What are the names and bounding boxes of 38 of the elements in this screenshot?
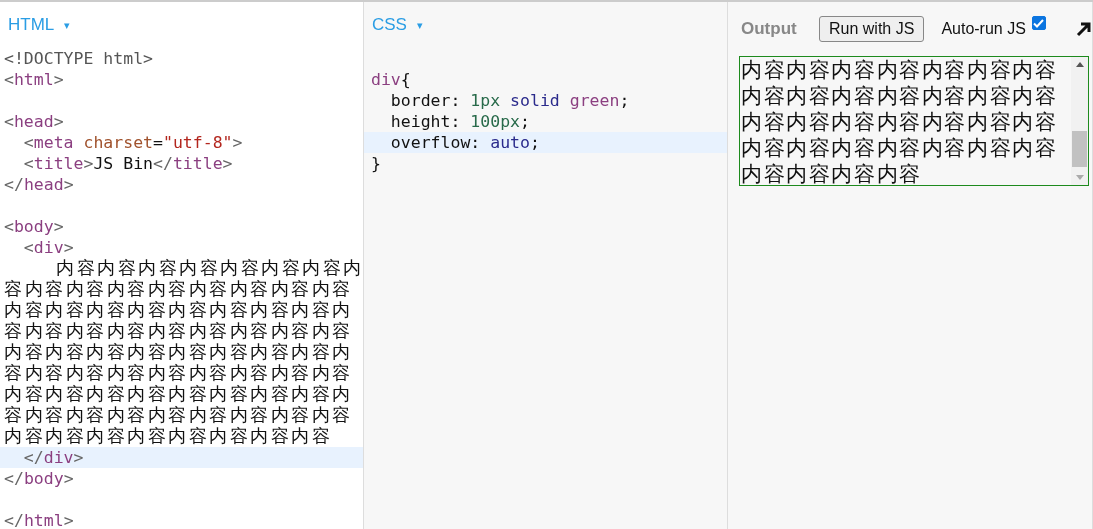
output-text-line: 内容内容内容内容 [741, 161, 923, 185]
code-line: <body> [3, 216, 65, 237]
auto-run-label: Auto-run JS [941, 20, 1026, 38]
code-line: 内容内容内容内容内容内容内容内容内 [3, 384, 354, 405]
code-line: 内容内容内容内容内容内容内容内容内 [3, 300, 354, 321]
caret-icon[interactable]: ▾ [416, 18, 423, 32]
code-line: </html> [3, 510, 75, 529]
code-line: 容内容内容内容内容内容内容内容内容 [3, 321, 354, 342]
output-text-line: 内容内容内容内容内容内容内容 [741, 83, 1059, 109]
code-line: 容内容内容内容内容内容内容内容内容 [3, 279, 354, 300]
code-line: border: 1px solid green; [389, 90, 631, 111]
code-line: height: 100px; [389, 111, 531, 132]
output-text-line: 内容内容内容内容内容内容内容 [741, 135, 1059, 161]
code-line: </head> [3, 174, 75, 195]
output-text-line: 内容内容内容内容内容内容内容 [741, 109, 1059, 135]
code-line: 内容内容内容内容内容内容内容内容内 [3, 342, 354, 363]
code-line: 容内容内容内容内容内容内容内容内容 [3, 363, 354, 384]
run-button[interactable]: Run with JS [819, 16, 925, 42]
panel-tab[interactable]: CSS [372, 15, 407, 35]
output-text-line: 内容内容内容内容内容内容内容 [741, 57, 1059, 83]
panel-tab[interactable]: HTML [8, 15, 55, 35]
code-line: <head> [3, 111, 65, 132]
code-line: <div> [22, 237, 75, 258]
code-line: 容内容内容内容内容内容内容内容内容 [3, 405, 354, 426]
scrollbar[interactable] [1071, 57, 1088, 185]
code-line: } [370, 153, 382, 174]
code-line: <meta charset="utf-8"> [22, 132, 244, 153]
arrow-icon[interactable] [1076, 21, 1092, 37]
code-line: <html> [3, 69, 65, 90]
code-line: <!DOCTYPE html> [3, 48, 154, 69]
code-line: div{ [370, 69, 412, 90]
code-line: 内容内容内容内容内容内容内容内 [55, 258, 363, 279]
code-line: <title>JS Bin</title> [22, 153, 234, 174]
code-line: 内容内容内容内容内容内容内容内容 [3, 426, 333, 447]
caret-icon[interactable]: ▾ [64, 18, 71, 32]
code-line: </body> [3, 468, 75, 489]
output-title: Output [741, 19, 798, 39]
auto-run-checkbox[interactable] [1031, 16, 1046, 30]
